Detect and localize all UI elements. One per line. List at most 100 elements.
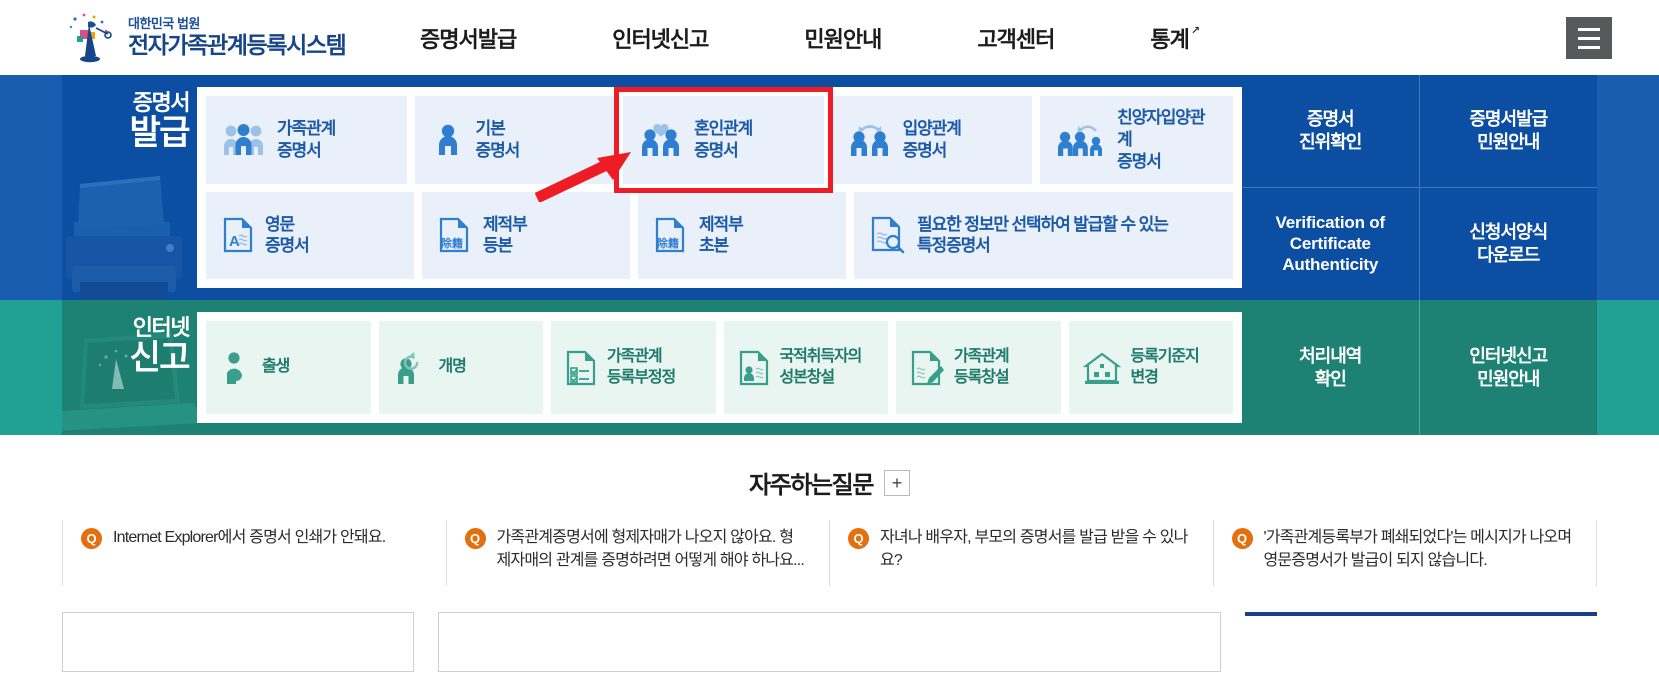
report-label-line1: 인터넷 (132, 315, 191, 340)
report-left-gutter (0, 300, 62, 435)
panel-label-line1: 증명서 (132, 90, 191, 115)
card-label: 가족관계 증명서 (277, 119, 336, 160)
section-right-gutter (1597, 75, 1659, 300)
main-navigation: 증명서발급 인터넷신고 민원안내 고객센터 통계 ↗ (420, 0, 1200, 75)
nav-label: 민원안내 (804, 26, 882, 52)
side-link-verification-en[interactable]: Verification of Certificate Authenticity (1242, 187, 1420, 300)
internet-report-section: 인터넷 신고 출생 개명 가족관계 등록부정정 국적취득자의 성본창설 가족관계… (0, 300, 1659, 435)
faq-item[interactable]: Q 가족관계증명서에 형제자매가 나오지 않아요. 형제자매의 관계를 증명하려… (447, 520, 830, 587)
report-card-label: 가족관계 등록부정정 (607, 348, 676, 386)
report-card-label: 등록기준지 변경 (1130, 348, 1200, 386)
report-side-links: 처리내역 확인 인터넷신고 민원안내 (1242, 300, 1597, 435)
certificate-panel-label: 증명서 발급 (62, 75, 197, 300)
document-search-icon (870, 216, 906, 254)
report-card-label: 국적취득자의 성본창설 (779, 348, 863, 386)
certificate-issue-section: 증명서 발급 가족관계 증명서 기본 증명서 혼인관계 증명서 입양관계 증명서… (0, 75, 1659, 300)
certificate-cards-container: 가족관계 증명서 기본 증명서 혼인관계 증명서 입양관계 증명서 친양자입양관… (197, 87, 1242, 288)
bottom-banner-1[interactable] (62, 612, 414, 673)
person-refresh-icon (393, 350, 429, 386)
card-family-relation-certificate[interactable]: 가족관계 증명서 (206, 96, 407, 184)
certificate-cards-row-2: A 영문 증명서 除籍 제적부 등본 除籍 제적부 초본 필요한 정보만 선택하… (206, 191, 1233, 279)
nav-item-certificate-issue[interactable]: 증명서발급 (420, 22, 517, 54)
svg-text:除籍: 除籍 (657, 236, 679, 250)
card-label: 친양자입양관계 증명서 (1117, 108, 1205, 171)
document-pencil-icon (910, 350, 944, 386)
report-label-line2: 신고 (129, 339, 190, 378)
card-specific-certificate[interactable]: 필요한 정보만 선택하여 발급할 수 있는 특정증명서 (854, 191, 1233, 279)
logo-subtitle: 대한민국 법원 (128, 16, 200, 32)
report-card-birth[interactable]: 출생 (206, 321, 371, 414)
site-header: 대한민국 법원 전자가족관계등록시스템 증명서발급 인터넷신고 민원안내 고객센… (0, 0, 1659, 75)
checklist-document-icon (565, 350, 597, 386)
faq-question-text: '가족관계등록부가 폐쇄되었다'는 메시지가 나오며 영문증명서가 발급이 되지… (1263, 529, 1573, 570)
question-badge-icon: Q (848, 528, 869, 549)
side-link-report-guide[interactable]: 인터넷신고 민원안내 (1420, 300, 1598, 435)
faq-item[interactable]: Q Internet Explorer에서 증명서 인쇄가 안돼요. (62, 520, 447, 587)
faq-item[interactable]: Q '가족관계등록부가 폐쇄되었다'는 메시지가 나오며 영문증명서가 발급이 … (1214, 520, 1597, 587)
report-card-register-correction[interactable]: 가족관계 등록부정정 (551, 321, 716, 414)
card-label: 입양관계 증명서 (902, 119, 962, 160)
card-english-certificate[interactable]: A 영문 증명서 (206, 191, 414, 279)
report-card-nationality-surname[interactable]: 국적취득자의 성본창설 (723, 321, 888, 414)
card-label: 제적부 등본 (483, 214, 528, 256)
card-marriage-relation-certificate[interactable]: 혼인관계 증명서 (535, 87, 833, 202)
faq-section: 자주하는질문 + Q Internet Explorer에서 증명서 인쇄가 안… (0, 435, 1659, 587)
id-document-icon (738, 350, 770, 386)
report-right-gutter (1597, 300, 1659, 435)
card-adoption-relation-certificate[interactable]: 입양관계 증명서 (831, 96, 1033, 184)
card-label: 기본 증명서 (475, 119, 521, 160)
question-badge-icon: Q (81, 528, 102, 549)
nav-label: 인터넷신고 (612, 26, 709, 52)
card-label: 혼인관계 증명서 (694, 119, 753, 160)
card-label: 필요한 정보만 선택하여 발급할 수 있는 특정증명서 (917, 214, 1169, 256)
faq-question-text: Internet Explorer에서 증명서 인쇄가 안돼요. (113, 529, 386, 546)
panel-label-line2: 발급 (129, 114, 190, 153)
side-link-form-download[interactable]: 신청서양식 다운로드 (1420, 188, 1598, 301)
card-label: 제적부 초본 (699, 214, 744, 256)
nav-label: 고객센터 (977, 26, 1055, 52)
nav-item-customer-center[interactable]: 고객센터 (977, 22, 1055, 54)
faq-expand-button[interactable]: + (884, 469, 911, 496)
document-icon: 除籍 (438, 217, 472, 253)
certificate-cards-row-1: 가족관계 증명서 기본 증명서 혼인관계 증명서 입양관계 증명서 친양자입양관… (206, 87, 1233, 202)
nav-label: 증명서발급 (420, 26, 517, 52)
house-icon (1082, 351, 1121, 385)
report-card-register-creation[interactable]: 가족관계 등록창설 (896, 321, 1061, 414)
faq-question-text: 가족관계증명서에 형제자매가 나오지 않아요. 형제자매의 관계를 증명하려면 … (496, 529, 805, 570)
court-emblem-icon (62, 10, 118, 66)
report-card-label: 가족관계 등록창설 (954, 348, 1010, 386)
nav-item-statistics[interactable]: 통계 ↗ (1150, 22, 1200, 54)
svg-text:A: A (229, 233, 240, 250)
report-card-label: 출생 (262, 358, 290, 376)
side-link-processing-history[interactable]: 처리내역 확인 (1242, 300, 1420, 435)
certificate-side-links: 증명서 진위확인 증명서발급 민원안내 Verification of Cert… (1242, 75, 1597, 300)
side-link-verify-certificate[interactable]: 증명서 진위확인 (1242, 75, 1420, 188)
side-link-issue-guide[interactable]: 증명서발급 민원안내 (1419, 75, 1597, 188)
bottom-banner-2[interactable] (438, 612, 1221, 673)
report-card-label: 개명 (438, 358, 467, 376)
report-card-registry-base-change[interactable]: 등록기준지 변경 (1068, 321, 1233, 414)
logo-title: 전자가족관계등록시스템 (128, 32, 347, 59)
faq-header: 자주하는질문 + (0, 465, 1659, 500)
card-removed-register-copy[interactable]: 除籍 제적부 등본 (422, 191, 630, 279)
hamburger-menu-icon[interactable] (1566, 17, 1612, 59)
section-left-gutter (0, 75, 62, 300)
nav-item-internet-report[interactable]: 인터넷신고 (612, 22, 709, 54)
card-removed-register-extract[interactable]: 除籍 제적부 초본 (638, 191, 846, 279)
bottom-banner-3[interactable] (1245, 612, 1597, 673)
bottom-banner-strip (0, 612, 1659, 673)
faq-item[interactable]: Q 자녀나 배우자, 부모의 증명서를 발급 받을 수 있나요? (830, 520, 1214, 587)
nav-item-civil-guide[interactable]: 민원안내 (804, 22, 882, 54)
faq-list: Q Internet Explorer에서 증명서 인쇄가 안돼요. Q 가족관… (0, 520, 1659, 587)
report-panel-label: 인터넷 신고 (62, 300, 197, 435)
external-link-icon: ↗ (1190, 24, 1200, 37)
faq-question-text: 자녀나 배우자, 부모의 증명서를 발급 받을 수 있나요? (880, 529, 1188, 570)
couple-heart-icon (639, 122, 683, 158)
card-basic-certificate[interactable]: 기본 증명서 (414, 96, 616, 184)
question-badge-icon: Q (1231, 528, 1253, 549)
faq-title: 자주하는질문 (748, 472, 874, 499)
card-label: 영문 증명서 (265, 214, 310, 256)
report-card-name-change[interactable]: 개명 (378, 321, 543, 414)
card-full-adoption-relation-certificate[interactable]: 친양자입양관계 증명서 (1040, 96, 1233, 184)
site-logo[interactable]: 대한민국 법원 전자가족관계등록시스템 (62, 10, 347, 66)
